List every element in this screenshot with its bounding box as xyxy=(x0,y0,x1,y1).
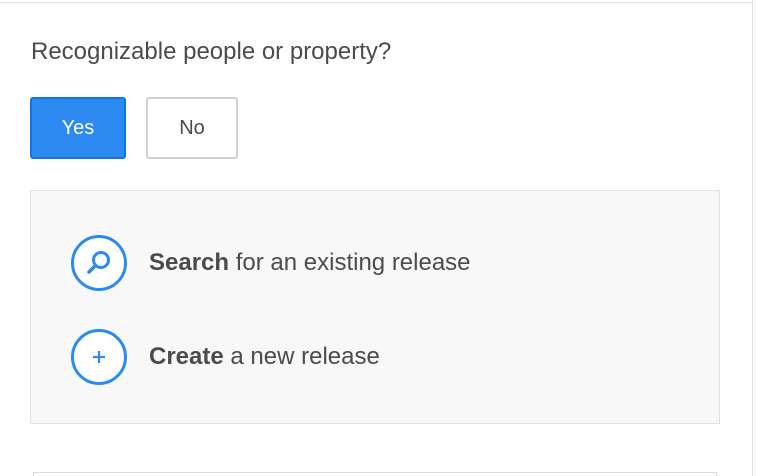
plus-icon xyxy=(71,329,127,385)
plus-glyph xyxy=(93,351,105,363)
search-release-text: Search for an existing release xyxy=(149,249,471,277)
search-release-bold-label: Search xyxy=(149,249,230,276)
no-button[interactable]: No xyxy=(146,97,238,159)
create-release-bold-label: Create xyxy=(149,343,224,370)
search-icon xyxy=(71,235,127,291)
search-release-option[interactable]: Search for an existing release xyxy=(71,232,471,294)
create-release-option[interactable]: Create a new release xyxy=(71,326,380,388)
create-release-rest-label: a new release xyxy=(223,343,380,370)
next-section-edge xyxy=(33,472,717,476)
right-divider xyxy=(752,0,753,476)
magnifier-glyph xyxy=(87,251,110,274)
search-release-rest-label: for an existing release xyxy=(229,249,471,276)
create-release-text: Create a new release xyxy=(149,343,380,371)
release-options-panel: Search for an existing release Create a … xyxy=(30,190,720,424)
top-divider xyxy=(0,2,752,3)
yes-button[interactable]: Yes xyxy=(30,97,126,159)
recognizable-question-label: Recognizable people or property? xyxy=(31,38,392,65)
release-form: Recognizable people or property? Yes No … xyxy=(0,0,762,476)
